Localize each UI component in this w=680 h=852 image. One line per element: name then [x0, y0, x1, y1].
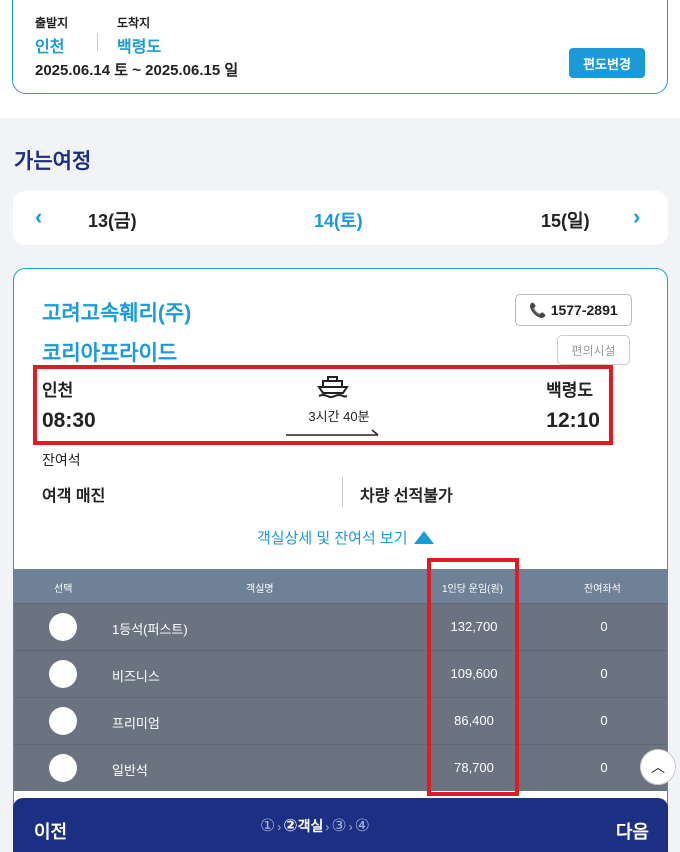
voyage-card: 고려고속훼리(주) 📞 1577-2891 코리아프라이드 편의시설 인천 백령…	[13, 268, 668, 852]
chevron-up-icon: ︿	[651, 759, 665, 775]
vehicle-status: 차량 선적불가	[360, 488, 453, 505]
step-separator-icon: ›	[277, 820, 282, 834]
chevron-right-icon[interactable]: ›	[633, 204, 640, 230]
date-navigator: ‹ 13(금) 14(토) 15(일) ›	[13, 191, 668, 245]
step-4: ④	[354, 816, 370, 835]
route-summary-card: 출발지 도착지 인천 백령도 2025.06.14 토 ~ 2025.06.15…	[12, 0, 668, 94]
section-title: 가는여정	[14, 150, 92, 173]
room-radio[interactable]	[49, 707, 77, 735]
room-table: 선택 객실명 1인당 운임(원) 잔여좌석 1등석(퍼스트) 132,700 0…	[14, 569, 667, 791]
table-row: 프리미엄 86,400 0	[14, 697, 667, 744]
ship-name: 코리아프라이드	[42, 342, 178, 365]
voyage-arrival-city: 백령도	[546, 381, 593, 400]
header-select: 선택	[54, 584, 73, 595]
arrival-label: 도착지	[117, 16, 151, 30]
room-seats: 0	[600, 713, 608, 728]
step-2: ②	[283, 816, 298, 835]
price-highlight-box	[427, 558, 519, 796]
facility-button[interactable]: 편의시설	[557, 335, 630, 365]
table-row: 일반석 78,700 0	[14, 744, 667, 791]
triangle-up-icon	[413, 531, 434, 544]
room-name: 프리미엄	[112, 716, 160, 731]
remaining-seats-label: 잔여석	[42, 452, 81, 468]
step-2-label: 객실	[297, 818, 324, 834]
step-3: ③	[331, 816, 347, 835]
header-room-name: 객실명	[246, 584, 274, 595]
room-radio[interactable]	[49, 660, 77, 688]
date-current[interactable]: 14(토)	[314, 207, 363, 233]
room-name: 비즈니스	[112, 669, 160, 684]
departure-city: 인천	[35, 39, 65, 56]
room-seats: 0	[600, 760, 608, 775]
route-divider	[97, 33, 98, 51]
detail-toggle-label: 객실상세 및 잔여석 보기	[257, 530, 408, 547]
room-name: 일반석	[112, 763, 148, 778]
voyage-duration: 3시간 40분	[308, 409, 370, 424]
departure-label: 출발지	[35, 16, 69, 30]
arrival-city: 백령도	[117, 39, 162, 56]
next-button[interactable]: 다음	[616, 818, 649, 844]
phone-button[interactable]: 📞 1577-2891	[515, 294, 632, 326]
phone-number: 1577-2891	[550, 301, 618, 318]
room-name: 1등석(퍼스트)	[112, 622, 188, 637]
change-trip-type-button[interactable]: 편도변경	[569, 48, 645, 78]
table-header: 선택 객실명 1인당 운임(원) 잔여좌석	[14, 569, 667, 603]
step-separator-icon: ›	[348, 820, 353, 834]
step-indicator: ① › ②객실 › ③ › ④	[260, 816, 370, 836]
chevron-left-icon[interactable]: ‹	[35, 204, 42, 230]
table-row: 1등석(퍼스트) 132,700 0	[14, 603, 667, 650]
travel-dates: 2025.06.14 토 ~ 2025.06.15 일	[35, 62, 239, 79]
date-next[interactable]: 15(일)	[541, 207, 590, 233]
table-row: 비즈니스 109,600 0	[14, 650, 667, 697]
company-name: 고려고속훼리(주)	[42, 302, 192, 325]
status-divider	[342, 477, 343, 507]
room-detail-toggle[interactable]: 객실상세 및 잔여석 보기	[257, 527, 434, 548]
room-seats: 0	[600, 619, 608, 634]
duration-arrow-icon	[286, 429, 379, 436]
arrival-time: 12:10	[546, 409, 600, 432]
voyage-departure-city: 인천	[42, 381, 74, 400]
room-radio[interactable]	[49, 613, 77, 641]
prev-button[interactable]: 이전	[34, 818, 67, 844]
phone-icon: 📞	[529, 301, 547, 318]
passenger-status: 여객 매진	[42, 488, 106, 505]
step-separator-icon: ›	[325, 820, 330, 834]
ship-icon	[317, 376, 349, 398]
bottom-navigation-bar: 이전 ① › ②객실 › ③ › ④ 다음	[13, 798, 668, 852]
departure-time: 08:30	[42, 409, 96, 432]
room-radio[interactable]	[49, 754, 77, 782]
header-seats: 잔여좌석	[584, 584, 621, 595]
scroll-to-top-button[interactable]: ︿	[640, 749, 676, 785]
room-seats: 0	[600, 666, 608, 681]
date-prev[interactable]: 13(금)	[88, 207, 137, 233]
step-1: ①	[260, 816, 276, 835]
